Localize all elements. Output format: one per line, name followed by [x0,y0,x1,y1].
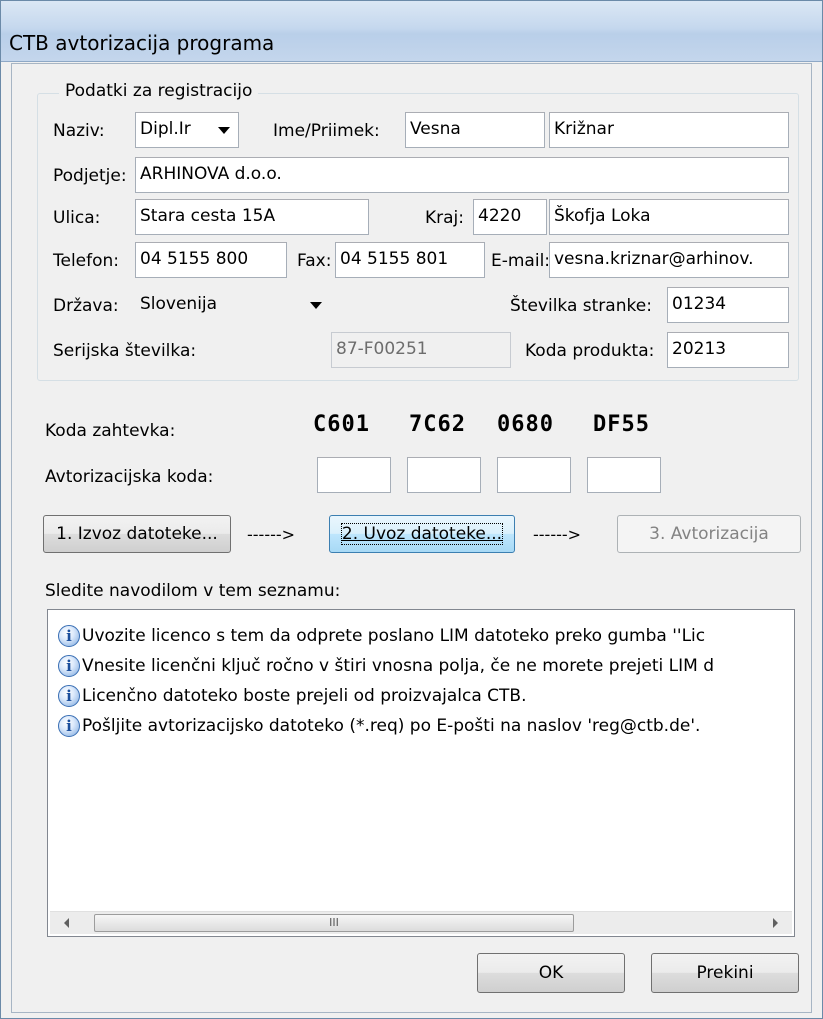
drzava-combo[interactable]: Slovenija [135,287,331,323]
telefon-label: Telefon: [53,251,120,271]
email-field[interactable]: vesna.kriznar@arhinov. [549,242,789,278]
list-item[interactable]: i Pošljite avtorizacijsko datoteko (*.req… [58,712,700,740]
authorize-button-label: 3. Avtorizacija [649,524,769,544]
list-item-text: Pošljite avtorizacijsko datoteko (*.req)… [82,716,701,736]
step-arrow-1: ------> [247,525,296,544]
kraj-city-field[interactable]: Škofja Loka [549,199,789,235]
telefon-field[interactable]: 04 5155 800 [135,242,287,278]
export-file-button-label: 1. Izvoz datoteke... [56,524,218,544]
request-code-part-1: C601 [313,412,370,437]
kraj-postcode-field[interactable]: 4220 [473,199,547,235]
step-arrow-2: ------> [533,525,582,544]
drzava-value: Slovenija [140,294,218,314]
instructions-list[interactable]: i Uvozite licenco s tem da odprete poslan… [47,609,795,937]
ulica-field[interactable]: Stara cesta 15A [135,199,369,235]
naziv-combo[interactable]: Dipl.Ir [135,112,239,148]
list-item[interactable]: i Uvozite licenco s tem da odprete poslan… [58,622,705,650]
auth-code-field-1[interactable] [317,457,391,493]
request-code-part-2: 7C62 [409,412,466,437]
list-item[interactable]: i Licenčno datoteko boste prejeli od proi… [58,682,527,710]
info-icon: i [58,625,80,647]
scroll-right-icon[interactable] [773,918,778,928]
podjetje-label: Podjetje: [53,166,127,186]
horizontal-scrollbar[interactable]: III [50,911,792,934]
naziv-value: Dipl.Ir [140,119,191,139]
serijska-label: Serijska številka: [53,341,197,361]
import-file-button[interactable]: 2. Uvoz datoteke... [329,515,515,553]
import-file-button-label: 2. Uvoz datoteke... [340,523,504,545]
chevron-down-icon[interactable] [310,302,322,309]
info-icon: i [58,685,80,707]
export-file-button[interactable]: 1. Izvoz datoteke... [43,515,231,553]
list-item-text: Vnesite licenčni ključ ročno v štiri vno… [82,656,714,676]
request-code-part-4: DF55 [593,412,650,437]
info-icon: i [58,655,80,677]
stevilka-stranke-label: Številka stranke: [510,296,652,316]
info-icon: i [58,715,80,737]
ok-button[interactable]: OK [477,953,625,993]
ok-button-label: OK [538,963,564,983]
list-item-text: Licenčno datoteko boste prejeli od proiz… [82,686,527,706]
scroll-left-icon[interactable] [64,918,69,928]
podjetje-field[interactable]: ARHINOVA d.o.o. [135,157,789,193]
koda-produkta-label: Koda produkta: [525,341,655,361]
priimek-field[interactable]: Križnar [549,112,789,148]
ime-label: Ime/Priimek: [273,121,380,141]
list-item[interactable]: i Vnesite licenčni ključ ročno v štiri vn… [58,652,714,680]
scrollbar-thumb[interactable]: III [94,914,574,932]
title-bar[interactable]: CTB avtorizacija programa [1,1,822,62]
instructions-label: Sledite navodilom v tem seznamu: [45,581,341,601]
instructions-list-viewport: i Uvozite licenco s tem da odprete poslan… [48,610,790,910]
auth-code-label: Avtorizacijska koda: [45,467,214,487]
email-label: E-mail: [491,251,551,271]
request-code-part-3: 0680 [497,412,554,437]
window-title: CTB avtorizacija programa [9,31,275,55]
list-item-text: Uvozite licenco s tem da odprete poslano… [82,626,706,646]
koda-produkta-field[interactable]: 20213 [667,332,789,368]
cancel-button[interactable]: Prekini [651,953,799,993]
authorize-button[interactable]: 3. Avtorizacija [617,515,801,553]
naziv-label: Naziv: [53,121,105,141]
auth-code-field-4[interactable] [587,457,661,493]
chevron-down-icon[interactable] [218,127,230,134]
auth-code-field-3[interactable] [497,457,571,493]
authorization-dialog: CTB avtorizacija programa Podatki za reg… [0,0,823,1019]
auth-code-field-2[interactable] [407,457,481,493]
scroll-thumb-grip: III [329,916,339,929]
drzava-label: Država: [53,296,119,316]
fax-label: Fax: [297,251,332,271]
request-code-label: Koda zahtevka: [45,421,176,441]
ime-field[interactable]: Vesna [405,112,545,148]
stevilka-stranke-field[interactable]: 01234 [667,287,789,323]
cancel-button-label: Prekini [696,963,754,983]
fax-field[interactable]: 04 5155 801 [335,242,485,278]
registration-group-label: Podatki za registracijo [59,81,259,101]
ulica-label: Ulica: [53,208,101,228]
serijska-field: 87-F00251 [331,332,511,368]
kraj-label: Kraj: [425,208,465,228]
